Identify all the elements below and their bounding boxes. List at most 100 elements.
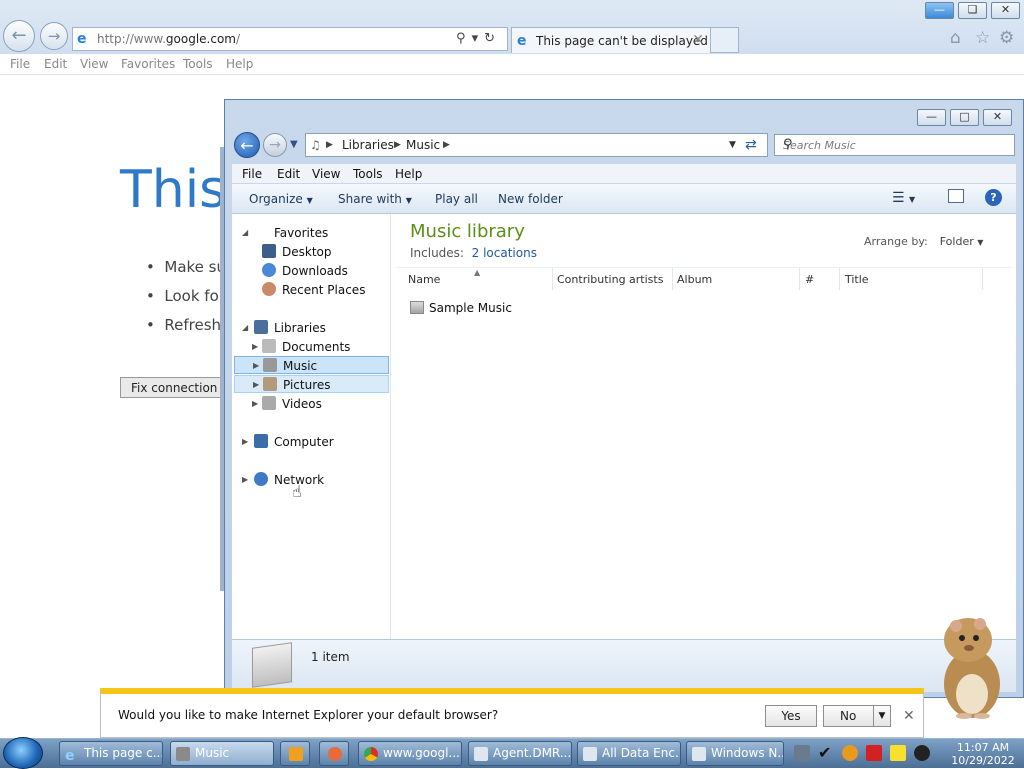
nav-libraries[interactable]: ◢ Libraries (242, 319, 326, 337)
nav-downloads[interactable]: Downloads (262, 262, 348, 280)
explorer-close-button[interactable]: ✕ (983, 109, 1012, 126)
breadcrumb[interactable]: ♫ ▶ Libraries ▶ Music ▶ ▼ (305, 133, 768, 157)
breadcrumb-music[interactable]: Music (406, 138, 440, 152)
favorites-star-icon[interactable]: ☆ (975, 28, 990, 48)
hamster-desktop-pet-icon[interactable] (934, 612, 1006, 720)
breadcrumb-arrow-icon[interactable]: ▶ (443, 140, 450, 150)
taskbar-item-agent[interactable]: Agent.DMR... (468, 741, 572, 766)
col-name[interactable]: Name (408, 273, 440, 286)
tray-volume-icon[interactable] (914, 745, 930, 761)
nav-recent-places[interactable]: Recent Places (262, 281, 365, 299)
nav-favorites[interactable]: ◢ Favorites (242, 224, 328, 242)
window-icon (583, 747, 597, 761)
tray-battery-icon[interactable] (890, 745, 906, 761)
ie-menu-tools[interactable]: Tools (183, 57, 213, 71)
play-all-button[interactable]: Play all (435, 192, 478, 206)
tray-check-icon[interactable]: ✔ (818, 745, 834, 761)
notification-dropdown-icon[interactable]: ▼ (873, 705, 891, 727)
fix-connection-button[interactable]: Fix connection pr (120, 377, 230, 398)
folder-icon (410, 301, 424, 314)
nav-videos[interactable]: ▶ Videos (252, 395, 322, 413)
library-locations-link[interactable]: 2 locations (472, 246, 537, 260)
new-folder-button[interactable]: New folder (498, 192, 563, 206)
search-input[interactable]: Search Music ⚲ (774, 134, 1015, 156)
col-album[interactable]: Album (677, 273, 712, 286)
ie-menu-favorites[interactable]: Favorites (121, 57, 175, 71)
taskbar-item-ie[interactable]: e This page c... (59, 741, 163, 766)
nav-pictures[interactable]: ▶ Pictures (234, 375, 389, 393)
menu-help[interactable]: Help (395, 167, 422, 181)
view-options-icon[interactable]: ☰ ▼ (892, 190, 915, 206)
nav-documents[interactable]: ▶ Documents (252, 338, 350, 356)
search-icon[interactable]: ⚲ (783, 137, 1009, 152)
address-url[interactable]: http://www.google.com/ (97, 32, 240, 46)
clock-time: 11:07 AM (956, 741, 1010, 754)
breadcrumb-libraries[interactable]: Libraries (342, 138, 394, 152)
menu-file[interactable]: File (242, 167, 262, 181)
back-icon[interactable]: ← (3, 20, 35, 52)
explorer-icon (176, 747, 190, 761)
tray-flag-icon[interactable] (866, 745, 882, 761)
help-icon[interactable]: ? (985, 189, 1002, 206)
tab-close-icon[interactable]: ✕ (692, 32, 704, 48)
share-with-button[interactable]: Share with ▼ (338, 192, 412, 206)
nav-network[interactable]: ▶ Network (242, 471, 324, 489)
organize-button[interactable]: Organize ▼ (249, 192, 313, 206)
preview-pane-icon[interactable] (948, 189, 964, 203)
nav-music[interactable]: ▶ Music (234, 356, 389, 374)
explorer-forward-icon[interactable]: → (263, 133, 287, 157)
address-tools-icons[interactable]: ⚲▾↻ (456, 31, 501, 46)
taskbar-item-app[interactable] (319, 741, 349, 766)
notification-yes-button[interactable]: Yes (765, 705, 817, 727)
nav-desktop[interactable]: Desktop (262, 243, 332, 261)
clock[interactable]: 11:07 AM 10/29/2022 (944, 741, 1022, 767)
explorer-back-icon[interactable]: ← (234, 132, 260, 158)
address-dropdown-icon[interactable]: ▼ (729, 140, 736, 150)
window-icon (692, 747, 706, 761)
taskbar-item-data-encrypted[interactable]: All Data Enc... (577, 741, 681, 766)
home-icon[interactable]: ⌂ (950, 28, 961, 48)
ie-restore-button[interactable]: ❏ (958, 2, 987, 19)
breadcrumb-arrow-icon[interactable]: ▶ (326, 140, 333, 150)
ie-menu-bar: File Edit View Favorites Tools Help (0, 54, 1024, 75)
tray-icon[interactable] (794, 745, 810, 761)
nav-computer[interactable]: ▶ Computer (242, 433, 334, 451)
notification-close-icon[interactable]: ✕ (903, 708, 915, 724)
menu-view[interactable]: View (312, 167, 340, 181)
notification-no-button[interactable]: No (823, 705, 875, 727)
taskbar-item-media-player[interactable] (280, 741, 310, 766)
app-icon (328, 747, 342, 761)
address-bar[interactable]: e http://www.google.com/ ⚲▾↻ (72, 27, 508, 51)
ie-tab-icon: e (517, 33, 527, 49)
taskbar-item-chrome[interactable]: www.googl... (358, 741, 462, 766)
tray-magnifier-icon[interactable] (842, 745, 858, 761)
new-tab-button[interactable] (711, 27, 739, 53)
menu-tools[interactable]: Tools (353, 167, 383, 181)
start-button[interactable] (3, 737, 43, 769)
arrange-by-dropdown[interactable]: Folder ▼ (940, 235, 984, 248)
gear-icon[interactable]: ⚙ (999, 28, 1014, 48)
ie-menu-view[interactable]: View (80, 57, 108, 71)
col-title[interactable]: Title (845, 273, 869, 286)
breadcrumb-arrow-icon[interactable]: ▶ (394, 140, 401, 150)
ie-minimize-button[interactable]: — (925, 2, 954, 19)
ie-close-button[interactable]: ✕ (991, 2, 1020, 19)
taskbar-item-windows[interactable]: Windows N... (686, 741, 784, 766)
desktop-icon (262, 244, 276, 258)
taskbar-item-music[interactable]: Music (170, 741, 274, 766)
ie-menu-file[interactable]: File (10, 57, 30, 71)
history-dropdown-icon[interactable]: ▼ (290, 139, 298, 150)
col-contributing-artists[interactable]: Contributing artists (557, 273, 663, 286)
refresh-icon[interactable]: ⇄ (745, 137, 757, 153)
forward-icon[interactable]: → (40, 22, 68, 50)
menu-edit[interactable]: Edit (277, 167, 300, 181)
ie-menu-help[interactable]: Help (226, 57, 253, 71)
explorer-minimize-button[interactable]: — (917, 109, 946, 126)
library-title: Music library (410, 221, 525, 242)
file-row[interactable]: Sample Music (410, 301, 512, 315)
ie-menu-edit[interactable]: Edit (44, 57, 67, 71)
ie-tab-active[interactable]: e This page can't be displayed ✕ (511, 27, 711, 53)
chrome-icon (364, 747, 378, 761)
col-number[interactable]: # (805, 273, 814, 286)
explorer-maximize-button[interactable]: □ (950, 109, 979, 126)
